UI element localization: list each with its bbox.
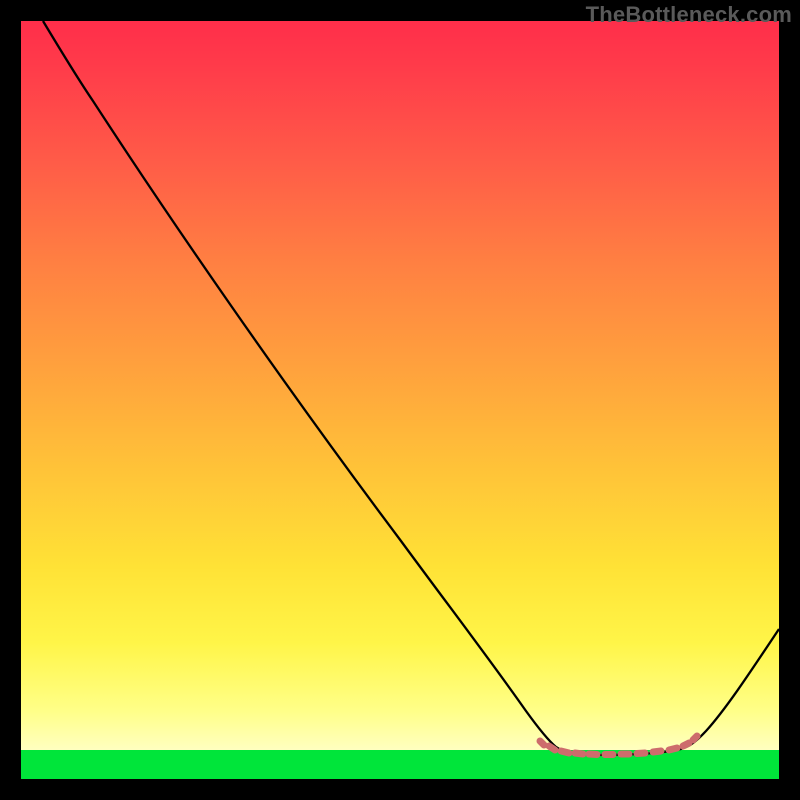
plot-area [21, 21, 779, 779]
trough-markers [540, 736, 697, 755]
chart-stage: TheBottleneck.com [0, 0, 800, 800]
attribution-label: TheBottleneck.com [586, 2, 792, 28]
curve-layer [21, 21, 779, 779]
bottleneck-curve [43, 21, 779, 755]
